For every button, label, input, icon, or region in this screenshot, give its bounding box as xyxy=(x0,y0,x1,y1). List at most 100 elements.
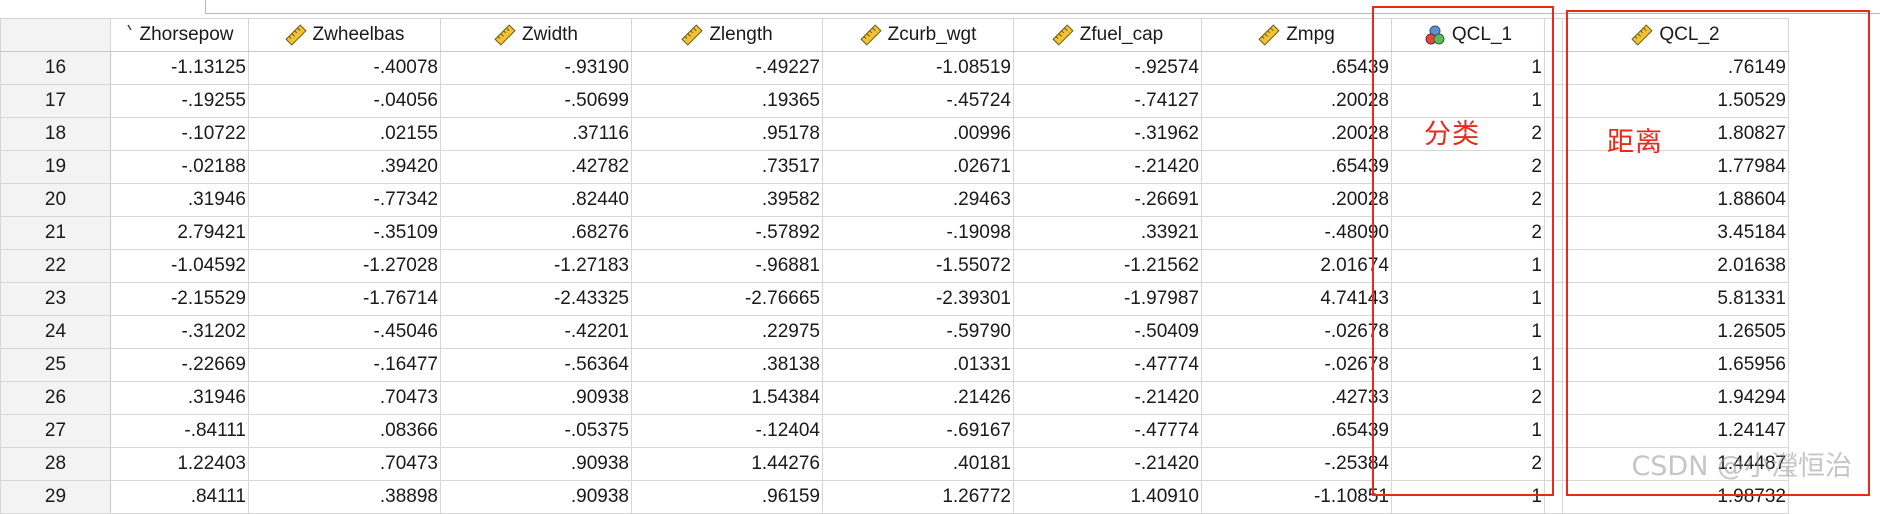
data-cell[interactable]: 1.54384 xyxy=(631,381,823,415)
data-cell[interactable]: -2.39301 xyxy=(822,282,1014,316)
column-header-zcurb-wgt[interactable]: Zcurb_wgt xyxy=(822,18,1014,52)
data-cell[interactable]: -.31962 xyxy=(1013,117,1202,151)
row-number[interactable]: 22 xyxy=(0,249,111,283)
column-header-qcl-1[interactable]: QCL_1 xyxy=(1391,18,1545,52)
data-cell[interactable]: .73517 xyxy=(631,150,823,184)
data-cell[interactable]: .90938 xyxy=(440,480,632,514)
data-cell[interactable]: .76149 xyxy=(1562,51,1789,85)
data-cell[interactable]: 2 xyxy=(1391,447,1545,481)
data-cell[interactable]: .65439 xyxy=(1201,414,1392,448)
data-cell[interactable]: -.84111 xyxy=(110,414,249,448)
row-number[interactable]: 16 xyxy=(0,51,111,85)
data-cell[interactable]: -.96881 xyxy=(631,249,823,283)
data-cell[interactable]: .90938 xyxy=(440,447,632,481)
data-cell[interactable]: -.02188 xyxy=(110,150,249,184)
data-cell[interactable]: -.56364 xyxy=(440,348,632,382)
data-cell[interactable]: .02155 xyxy=(248,117,441,151)
data-cell[interactable]: -.02678 xyxy=(1201,315,1392,349)
column-header-zwheelbas[interactable]: Zwheelbas xyxy=(248,18,441,52)
data-cell[interactable]: -.02678 xyxy=(1201,348,1392,382)
data-cell[interactable]: -.16477 xyxy=(248,348,441,382)
data-cell[interactable]: .40181 xyxy=(822,447,1014,481)
column-header-zhorsepow[interactable]: Zhorsepow xyxy=(110,18,249,52)
data-cell[interactable]: -.21420 xyxy=(1013,150,1202,184)
data-cell[interactable]: .68276 xyxy=(440,216,632,250)
data-cell[interactable]: -.49227 xyxy=(631,51,823,85)
data-cell[interactable]: 1 xyxy=(1391,51,1545,85)
data-cell[interactable]: -2.15529 xyxy=(110,282,249,316)
row-number[interactable]: 29 xyxy=(0,480,111,514)
row-number[interactable]: 25 xyxy=(0,348,111,382)
data-cell[interactable]: 2 xyxy=(1391,150,1545,184)
data-cell[interactable]: 1 xyxy=(1391,315,1545,349)
data-cell[interactable]: 1.40910 xyxy=(1013,480,1202,514)
data-cell[interactable]: .90938 xyxy=(440,381,632,415)
data-cell[interactable]: .42782 xyxy=(440,150,632,184)
data-cell[interactable]: 1.24147 xyxy=(1562,414,1789,448)
data-cell[interactable]: 1.50529 xyxy=(1562,84,1789,118)
data-cell[interactable]: 1 xyxy=(1391,348,1545,382)
data-cell[interactable]: .33921 xyxy=(1013,216,1202,250)
data-cell[interactable]: -.31202 xyxy=(110,315,249,349)
data-cell[interactable]: .82440 xyxy=(440,183,632,217)
data-cell[interactable]: 1.98732 xyxy=(1562,480,1789,514)
data-cell[interactable]: -.50409 xyxy=(1013,315,1202,349)
data-cell[interactable]: 1.88604 xyxy=(1562,183,1789,217)
data-cell[interactable]: -1.76714 xyxy=(248,282,441,316)
row-number[interactable]: 24 xyxy=(0,315,111,349)
data-cell[interactable]: -.19098 xyxy=(822,216,1014,250)
data-cell[interactable]: .70473 xyxy=(248,447,441,481)
data-cell[interactable]: .21426 xyxy=(822,381,1014,415)
data-cell[interactable]: .42733 xyxy=(1201,381,1392,415)
data-cell[interactable]: -.12404 xyxy=(631,414,823,448)
data-cell[interactable]: -.69167 xyxy=(822,414,1014,448)
data-cell[interactable]: -.57892 xyxy=(631,216,823,250)
data-cell[interactable]: .39420 xyxy=(248,150,441,184)
data-cell[interactable]: -.40078 xyxy=(248,51,441,85)
data-cell[interactable]: -1.55072 xyxy=(822,249,1014,283)
column-header-qcl-2[interactable]: QCL_2 xyxy=(1562,18,1789,52)
data-cell[interactable]: -.25384 xyxy=(1201,447,1392,481)
data-cell[interactable]: -.21420 xyxy=(1013,381,1202,415)
data-cell[interactable]: -.47774 xyxy=(1013,414,1202,448)
data-cell[interactable]: 2 xyxy=(1391,381,1545,415)
row-number[interactable]: 19 xyxy=(0,150,111,184)
data-cell[interactable]: -.92574 xyxy=(1013,51,1202,85)
data-cell[interactable]: 1.22403 xyxy=(110,447,249,481)
row-number[interactable]: 18 xyxy=(0,117,111,151)
data-cell[interactable]: -.45724 xyxy=(822,84,1014,118)
corner-cell[interactable] xyxy=(0,18,111,52)
data-cell[interactable]: .39582 xyxy=(631,183,823,217)
data-cell[interactable]: -.04056 xyxy=(248,84,441,118)
data-cell[interactable]: -2.43325 xyxy=(440,282,632,316)
data-cell[interactable]: 1.77984 xyxy=(1562,150,1789,184)
data-cell[interactable]: -1.97987 xyxy=(1013,282,1202,316)
row-number[interactable]: 26 xyxy=(0,381,111,415)
data-cell[interactable]: -.22669 xyxy=(110,348,249,382)
data-cell[interactable]: .22975 xyxy=(631,315,823,349)
column-header-zfuel-cap[interactable]: Zfuel_cap xyxy=(1013,18,1202,52)
column-header-zwidth[interactable]: Zwidth xyxy=(440,18,632,52)
data-cell[interactable]: .20028 xyxy=(1201,117,1392,151)
data-cell[interactable]: 1.94294 xyxy=(1562,381,1789,415)
data-cell[interactable]: .08366 xyxy=(248,414,441,448)
data-cell[interactable]: -.48090 xyxy=(1201,216,1392,250)
data-cell[interactable]: -.19255 xyxy=(110,84,249,118)
row-number[interactable]: 21 xyxy=(0,216,111,250)
data-cell[interactable]: .84111 xyxy=(110,480,249,514)
data-cell[interactable]: 1.44276 xyxy=(631,447,823,481)
data-cell[interactable]: -1.27028 xyxy=(248,249,441,283)
data-cell[interactable]: -.45046 xyxy=(248,315,441,349)
data-cell[interactable]: 2.01638 xyxy=(1562,249,1789,283)
column-header-zlength[interactable]: Zlength xyxy=(631,18,823,52)
data-cell[interactable]: 4.74143 xyxy=(1201,282,1392,316)
data-cell[interactable]: .19365 xyxy=(631,84,823,118)
data-cell[interactable]: 1.80827 xyxy=(1562,117,1789,151)
row-number[interactable]: 23 xyxy=(0,282,111,316)
data-cell[interactable]: .20028 xyxy=(1201,183,1392,217)
data-cell[interactable]: -1.13125 xyxy=(110,51,249,85)
data-cell[interactable]: .20028 xyxy=(1201,84,1392,118)
data-cell[interactable]: .31946 xyxy=(110,183,249,217)
data-cell[interactable]: 1.26505 xyxy=(1562,315,1789,349)
data-cell[interactable]: .38138 xyxy=(631,348,823,382)
